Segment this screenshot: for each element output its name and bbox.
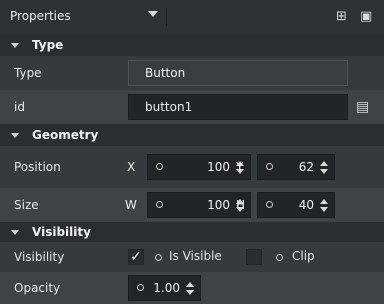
panel-titlebar: Properties ⊞ ▣ xyxy=(0,0,384,35)
visibility-label: Visibility xyxy=(14,250,65,264)
checkmark-icon: ✓ xyxy=(130,249,142,265)
opacity-label: Opacity xyxy=(14,281,61,295)
position-label: Position xyxy=(14,160,61,174)
opacity-spinbox[interactable]: 1.00 xyxy=(128,275,201,301)
type-value: Button xyxy=(145,66,186,80)
id-field[interactable]: button1 xyxy=(128,94,348,120)
circle-dot-icon xyxy=(156,163,163,170)
y-axis-label: Y xyxy=(236,160,244,174)
section-title-visibility: Visibility xyxy=(32,225,91,239)
x-value: 100 xyxy=(207,160,230,174)
id-value: button1 xyxy=(145,100,193,114)
circle-dot-icon xyxy=(266,163,273,170)
h-value: 40 xyxy=(298,198,314,212)
row-size: Size W 100 H 40 xyxy=(0,188,384,222)
add-pane-icon[interactable]: ⊞ xyxy=(336,9,347,24)
expand-triangle-icon xyxy=(11,133,19,138)
expand-triangle-icon xyxy=(11,43,19,48)
h-axis-label: H xyxy=(236,198,246,212)
chevron-down-icon[interactable] xyxy=(148,11,158,17)
panel-title: Properties xyxy=(10,9,71,23)
section-title-geometry: Geometry xyxy=(32,128,99,142)
row-visibility: Visibility ✓ Is Visible Clip xyxy=(0,242,384,272)
expand-triangle-icon xyxy=(11,230,19,235)
section-header-visibility[interactable]: Visibility xyxy=(0,222,384,242)
section-header-geometry[interactable]: Geometry xyxy=(0,124,384,146)
h-spinbox[interactable]: 40 xyxy=(257,192,335,218)
clip-checkbox[interactable] xyxy=(246,249,262,265)
y-spinbox[interactable]: 62 xyxy=(257,154,335,180)
circle-dot-icon xyxy=(155,254,162,261)
spinner-up-icon[interactable] xyxy=(320,199,328,204)
x-axis-label: X xyxy=(127,160,136,174)
close-pane-icon[interactable]: ▣ xyxy=(360,9,372,24)
is-visible-checkbox[interactable]: ✓ xyxy=(128,249,144,265)
circle-dot-icon xyxy=(137,284,144,291)
section-header-type[interactable]: Type xyxy=(0,34,384,56)
type-label: Type xyxy=(14,66,42,80)
w-value: 100 xyxy=(207,198,230,212)
size-label: Size xyxy=(14,198,39,212)
spinner-down-icon[interactable] xyxy=(320,207,328,212)
clip-label: Clip xyxy=(292,249,315,263)
circle-dot-icon xyxy=(266,201,273,208)
spinner-up-icon[interactable] xyxy=(186,282,194,287)
row-type: Type Button xyxy=(0,56,384,90)
spinner-up-icon[interactable] xyxy=(320,161,328,166)
section-title-type: Type xyxy=(32,38,64,52)
spinner-down-icon[interactable] xyxy=(320,169,328,174)
circle-dot-icon xyxy=(156,201,163,208)
y-value: 62 xyxy=(298,160,314,174)
divider xyxy=(166,8,167,26)
id-label: id xyxy=(14,100,25,114)
w-axis-label: W xyxy=(125,198,137,212)
is-visible-label: Is Visible xyxy=(169,249,222,263)
circle-dot-icon xyxy=(276,254,283,261)
properties-panel: Properties ⊞ ▣ Type Type Button id butto… xyxy=(0,0,384,304)
binding-icon[interactable]: ▤ xyxy=(356,99,369,115)
opacity-value: 1.00 xyxy=(153,281,180,295)
spinner-down-icon[interactable] xyxy=(186,290,194,295)
row-id: id button1 ▤ xyxy=(0,90,384,124)
row-position: Position X 100 Y 62 xyxy=(0,146,384,188)
type-value-field[interactable]: Button xyxy=(128,60,348,86)
row-opacity: Opacity 1.00 xyxy=(0,272,384,304)
